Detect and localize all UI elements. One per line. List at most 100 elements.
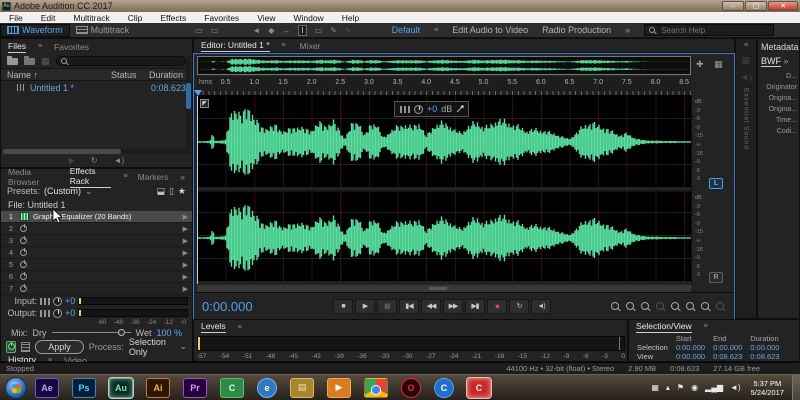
timeline-ruler[interactable]: hms 0.51.01.52.02.53.03.54.04.55.05.56.0… (197, 77, 691, 96)
taskbar-item-7[interactable]: ▤ (290, 378, 314, 398)
editor-horizontal-scrollbar[interactable] (197, 285, 691, 292)
presets-dropdown-chevron[interactable]: ⌄ (85, 186, 93, 197)
power-icon[interactable] (20, 261, 27, 268)
move-tool-icon[interactable]: ◄ (252, 26, 260, 35)
collapsed-panel-strip[interactable]: ≡ ▦ ◄) Essential Sound (735, 38, 757, 319)
playhead-marker[interactable] (194, 90, 202, 96)
value-end[interactable]: 0:00.000 (709, 343, 746, 352)
stop-button[interactable]: ■ (333, 299, 353, 314)
video-display-icon[interactable]: ▭ (211, 26, 219, 35)
channel-L-badge[interactable]: L (709, 178, 723, 189)
tab-mixer[interactable]: Mixer (300, 41, 321, 51)
process-dropdown[interactable]: Selection Only ⌄ (129, 337, 187, 357)
files-search[interactable] (56, 56, 186, 66)
search-input[interactable] (659, 25, 759, 36)
col-status[interactable]: Status (111, 70, 149, 80)
workspace-default[interactable]: Default (392, 25, 421, 35)
fast-forward-button[interactable]: ▶▶ (443, 299, 463, 314)
menu-window[interactable]: Window (284, 13, 332, 23)
taskbar-item-11[interactable]: C (434, 378, 454, 398)
slot-expand-arrow[interactable]: ▶ (183, 249, 188, 257)
collapsed-panel-label[interactable]: Essential Sound (743, 88, 750, 150)
taskbar-clock[interactable]: 5:37 PM 5/24/2017 (751, 379, 784, 397)
file-name[interactable]: Untitled 1 * (30, 83, 74, 93)
slot-expand-arrow[interactable]: ▶ (183, 273, 188, 281)
zoom-selection-button[interactable] (716, 302, 724, 310)
panel-menu-icon[interactable]: ≡ (238, 324, 242, 331)
tab-effects-rack[interactable]: Effects Rack (70, 166, 112, 188)
workspace-menu-icon[interactable]: ≡ (434, 27, 438, 34)
effect-slot-4[interactable]: 4▶ (1, 247, 192, 259)
panel-menu-icon[interactable]: ≡ (38, 43, 42, 50)
channel-right-waveform[interactable] (197, 190, 691, 282)
slip-tool-icon[interactable]: ↔ (282, 26, 290, 35)
menu-file[interactable]: File (0, 13, 32, 23)
auto-play-speaker-icon[interactable]: ◄) (114, 156, 125, 165)
paintbrush-tool-icon[interactable]: ✎ (345, 26, 352, 35)
monitor-toggle-icons[interactable]: ▭ ▭ (195, 26, 218, 35)
panel-menu-icon[interactable]: ≡ (123, 173, 127, 180)
zoom-sel-right-button[interactable] (701, 302, 709, 310)
zoom-navigator[interactable] (197, 56, 691, 75)
taskbar-item-4[interactable]: Pr (183, 378, 207, 398)
col-duration[interactable]: Duration (149, 70, 183, 80)
taskbar-item-2[interactable]: Au (109, 378, 133, 398)
hud-pin-icon[interactable] (457, 106, 463, 112)
tray-icon-1[interactable]: ▴ (666, 383, 670, 392)
hud-value[interactable]: +0 (427, 104, 437, 114)
menu-favorites[interactable]: Favorites (195, 13, 248, 23)
tray-icon-2[interactable]: ⚑ (677, 383, 684, 392)
value-start[interactable]: 0:00.000 (672, 343, 709, 352)
loop-preview-icon[interactable]: ↻ (91, 156, 98, 165)
taskbar-item-9[interactable] (364, 378, 388, 398)
taskbar-item-0[interactable]: Ae (35, 378, 59, 398)
zoom-out-full-button[interactable] (641, 302, 649, 310)
files-column-headers[interactable]: Name ↑ Status Duration (1, 68, 192, 81)
tab-levels[interactable]: Levels (201, 321, 226, 333)
hud-volume-knob[interactable] (414, 105, 423, 114)
show-desktop-button[interactable] (792, 375, 800, 400)
taskbar-item-10[interactable]: O (401, 378, 421, 398)
slot-expand-arrow[interactable]: ▶ (183, 237, 188, 245)
tray-icon-4[interactable]: ▂▄▆ (705, 383, 723, 392)
delete-preset-icon[interactable]: ▯ (169, 186, 174, 197)
menu-edit[interactable]: Edit (32, 13, 65, 23)
power-icon[interactable] (20, 225, 27, 232)
start-button[interactable] (5, 377, 27, 399)
taskbar-item-5[interactable]: C (220, 378, 244, 398)
slot-expand-arrow[interactable]: ▶ (183, 225, 188, 233)
more-tabs-chevron[interactable]: » (784, 56, 789, 66)
tray-icon-3[interactable]: ◉ (691, 383, 698, 392)
tray-icon-0[interactable]: ▦ (651, 383, 659, 392)
playhead-line[interactable] (197, 96, 198, 284)
help-search[interactable] (644, 24, 774, 36)
playhead-time-display[interactable]: 0:00.000 (202, 299, 297, 314)
slot-expand-arrow[interactable]: ▶ (183, 285, 188, 293)
input-gain-value[interactable]: +0 (65, 296, 75, 306)
spectral-display-icon[interactable]: ▭ (195, 26, 203, 35)
speaker-icon[interactable]: ◄) (740, 72, 752, 82)
input-gain-knob[interactable] (53, 297, 62, 306)
power-icon[interactable] (20, 249, 27, 256)
value-start[interactable]: 0:00.000 (672, 352, 709, 361)
favorite-star-icon[interactable]: ★ (178, 186, 186, 197)
marquee-tool-icon[interactable]: ▭ (315, 26, 323, 35)
razor-tool-icon[interactable]: ◆ (268, 26, 274, 35)
power-icon[interactable] (20, 273, 27, 280)
rack-power-toggle[interactable] (6, 341, 16, 353)
record-button[interactable]: ● (487, 299, 507, 314)
taskbar-item-6[interactable]: e (257, 378, 277, 398)
tab-selection-view[interactable]: Selection/View (636, 321, 692, 333)
col-name[interactable]: Name ↑ (7, 70, 111, 80)
auto-icon[interactable]: ▦ (742, 55, 751, 66)
output-gain-value[interactable]: +0 (65, 308, 75, 318)
apply-button[interactable]: Apply (35, 340, 84, 354)
slot-expand-arrow[interactable]: ▶ (183, 213, 188, 221)
title-bar[interactable]: Au Adobe Audition CC 2017 – ▢ ✕ (0, 0, 800, 12)
navigate-icon[interactable]: ✚ (696, 59, 704, 70)
taskbar-item-12[interactable]: C (467, 378, 491, 398)
menu-clip[interactable]: Clip (119, 13, 152, 23)
mix-slider[interactable] (52, 332, 131, 333)
panel-menu-icon[interactable]: ≡ (744, 42, 748, 49)
tab-favorites[interactable]: Favorites (54, 42, 89, 52)
